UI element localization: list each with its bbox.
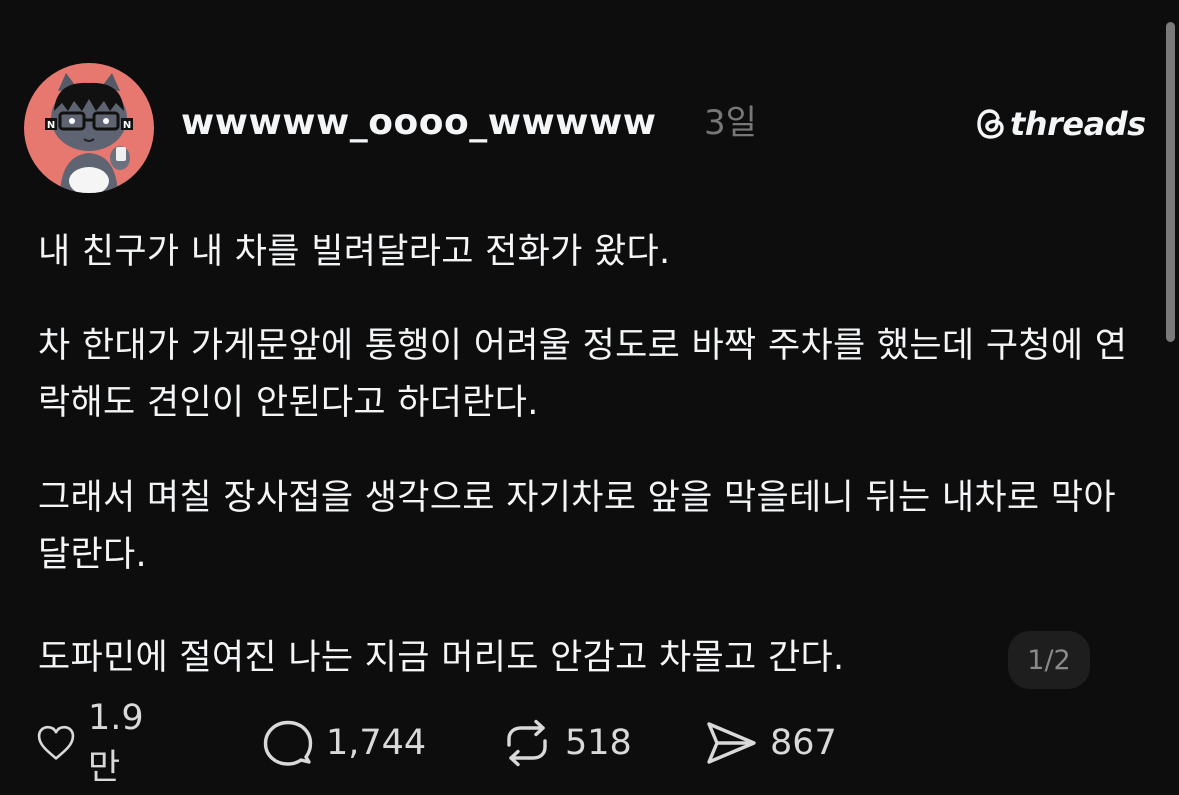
threads-logo-icon <box>977 109 1004 139</box>
reply-button[interactable]: 1,744 <box>262 718 426 768</box>
post-time: 3일 <box>704 103 757 143</box>
share-count: 867 <box>770 723 837 763</box>
like-count: 1.9만 <box>88 698 144 788</box>
svg-text:N: N <box>47 120 55 131</box>
scrollbar[interactable] <box>1166 22 1175 342</box>
comment-icon <box>263 720 313 766</box>
post-paragraph-4: 도파민에 절여진 나는 지금 머리도 안감고 차몰고 간다. <box>38 638 845 678</box>
repost-button[interactable]: 518 <box>501 718 632 768</box>
share-button[interactable]: 867 <box>704 718 837 768</box>
post-paragraph-3: 그래서 며칠 장사접을 생각으로 자기차로 앞을 막을테니 뒤는 내차로 막아달… <box>38 478 1116 575</box>
page-indicator[interactable]: 1/2 <box>1008 631 1090 689</box>
brand-name: threads <box>1010 105 1146 143</box>
cat-character-icon: N N <box>45 73 133 193</box>
avatar[interactable]: N N <box>24 63 154 193</box>
post-paragraph-2: 차 한대가 가게문앞에 통행이 어려울 정도로 바짝 주차를 했는데 구청에 연… <box>38 326 1128 423</box>
reply-count: 1,744 <box>326 723 427 763</box>
repost-icon <box>507 719 547 767</box>
post-paragraph-1: 내 친구가 내 차를 빌려달라고 전화가 왔다. <box>38 232 671 272</box>
like-button[interactable]: 1.9만 <box>36 698 156 788</box>
repost-count: 518 <box>565 723 632 763</box>
send-icon <box>707 722 756 764</box>
username[interactable]: wwwww_oooo_wwwww <box>181 101 657 145</box>
threads-brand[interactable]: threads <box>976 104 1146 144</box>
heart-icon <box>37 725 75 760</box>
svg-text:N: N <box>123 120 131 131</box>
